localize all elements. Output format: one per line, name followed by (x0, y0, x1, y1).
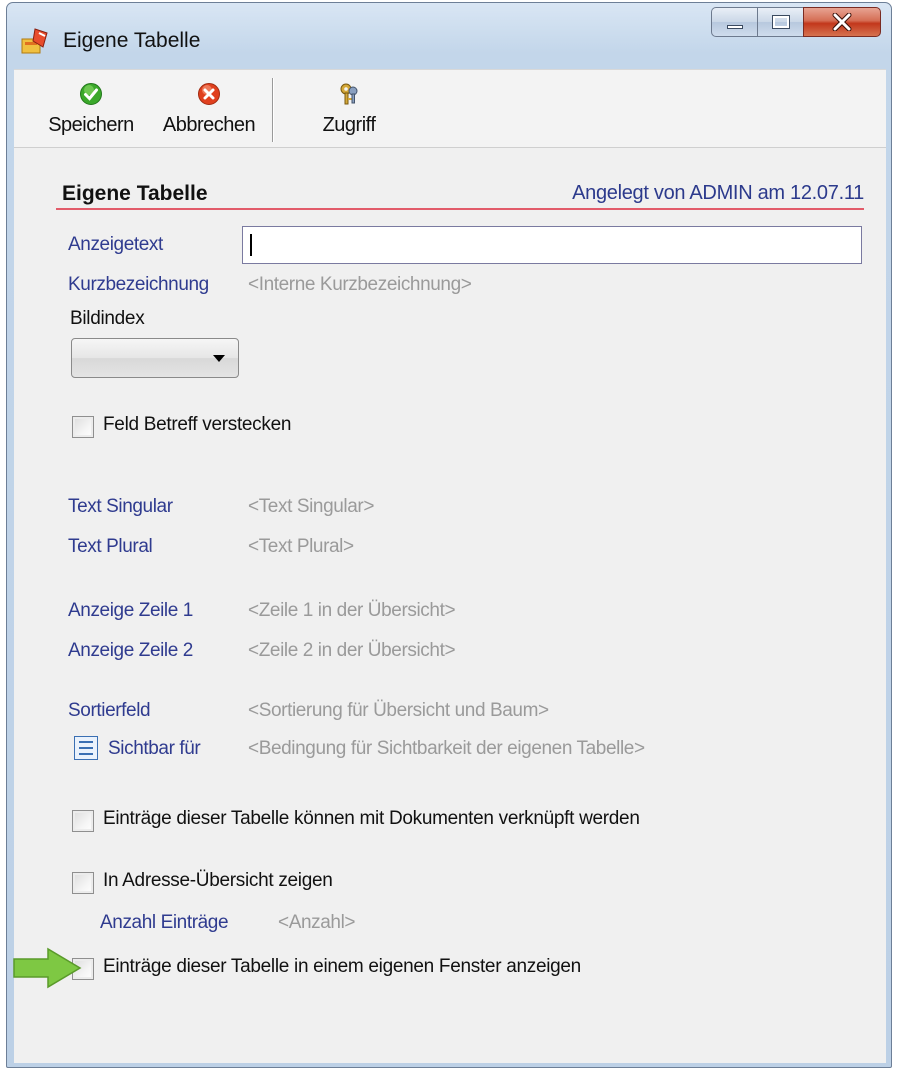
display-text-input[interactable] (242, 226, 862, 264)
short-name-field[interactable]: <Interne Kurzbezeichnung> (248, 274, 472, 296)
cancel-button[interactable]: Abbrechen (150, 70, 268, 148)
minimize-icon (726, 25, 743, 29)
sort-field-label: Sortierfeld (68, 700, 151, 721)
text-plural-label: Text Plural (68, 536, 153, 557)
cancel-label: Abbrechen (162, 114, 256, 136)
window-title: Eigene Tabelle (63, 29, 201, 52)
text-plural-field[interactable]: <Text Plural> (248, 536, 354, 558)
entry-count-label: Anzahl Einträge (100, 912, 229, 933)
image-index-dropdown[interactable] (71, 338, 239, 378)
own-window-label: Einträge dieser Tabelle in einem eigenen… (103, 956, 581, 977)
short-name-label: Kurzbezeichnung (68, 274, 209, 295)
keys-icon (340, 83, 358, 105)
entry-count-field[interactable]: <Anzahl> (278, 912, 355, 934)
app-icon (21, 27, 51, 55)
close-button[interactable] (803, 7, 881, 37)
check-circle-icon (80, 83, 102, 105)
save-button[interactable]: Speichern (36, 70, 146, 148)
show-in-address-checkbox[interactable] (72, 872, 94, 894)
display-line2-label: Anzeige Zeile 2 (68, 640, 193, 661)
text-singular-label: Text Singular (68, 496, 173, 517)
chevron-down-icon (213, 355, 225, 362)
caption-buttons (711, 7, 881, 39)
created-info: Angelegt von ADMIN am 12.07.11 (572, 182, 864, 204)
text-singular-field[interactable]: <Text Singular> (248, 496, 374, 518)
text-cursor (250, 234, 252, 256)
close-icon (832, 13, 852, 31)
visible-for-field[interactable]: <Bedingung für Sichtbarkeit der eigenen … (248, 738, 645, 760)
section-divider (56, 208, 864, 210)
title-bar[interactable]: Eigene Tabelle (7, 3, 891, 63)
x-circle-icon (198, 83, 220, 105)
form-content: Eigene Tabelle Angelegt von ADMIN am 12.… (14, 147, 886, 1063)
link-documents-label: Einträge dieser Tabelle können mit Dokum… (103, 808, 640, 829)
sort-field-field[interactable]: <Sortierung für Übersicht und Baum> (248, 700, 549, 722)
minimize-button[interactable] (711, 7, 757, 37)
show-in-address-label: In Adresse-Übersicht zeigen (103, 870, 333, 891)
maximize-icon (771, 15, 790, 29)
maximize-button[interactable] (757, 7, 803, 37)
access-button[interactable]: Zugriff (294, 70, 404, 148)
save-label: Speichern (48, 114, 134, 136)
display-line1-label: Anzeige Zeile 1 (68, 600, 193, 621)
condition-list-icon[interactable] (74, 736, 98, 760)
display-text-label: Anzeigetext (68, 234, 163, 255)
access-label: Zugriff (322, 114, 376, 136)
arrow-right-icon (13, 947, 82, 989)
section-title: Eigene Tabelle (62, 182, 208, 205)
display-line1-field[interactable]: <Zeile 1 in der Übersicht> (248, 600, 456, 622)
display-line2-field[interactable]: <Zeile 2 in der Übersicht> (248, 640, 456, 662)
hide-subject-checkbox[interactable] (72, 416, 94, 438)
visible-for-label: Sichtbar für (108, 738, 201, 759)
hide-subject-label: Feld Betreff verstecken (103, 414, 292, 435)
toolbar: Speichern Abbrechen Zugriff (14, 69, 886, 147)
link-documents-checkbox[interactable] (72, 810, 94, 832)
image-index-label: Bildindex (70, 308, 145, 329)
dialog-window: Eigene Tabelle Speichern Abbrechen Zugri… (6, 2, 892, 1068)
toolbar-separator (272, 78, 273, 142)
